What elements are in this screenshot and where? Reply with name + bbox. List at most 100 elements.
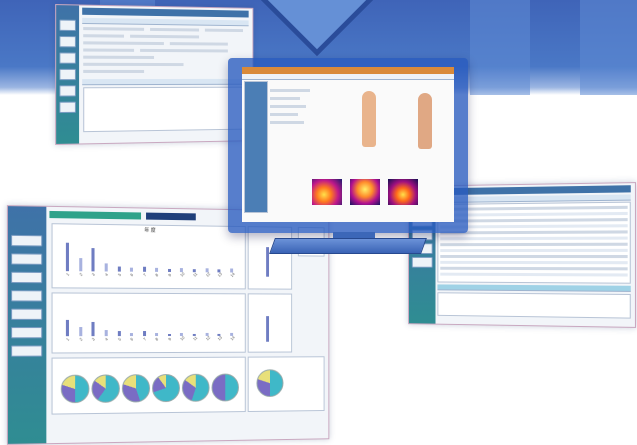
grid-row[interactable] — [440, 272, 628, 277]
chart-tick-label: 6 — [129, 336, 135, 342]
timeline-panel — [437, 292, 631, 319]
screen-sidebar — [244, 81, 268, 213]
form-field[interactable] — [270, 89, 310, 92]
chart-tick-label: 3 — [90, 271, 97, 277]
monitor — [228, 58, 468, 233]
chart-bar — [155, 332, 159, 337]
chart-tick-label: 5 — [116, 336, 122, 342]
bar-chart: 1 2 3 4 5 6 7 8 9 10 11 12 13 14 — [61, 232, 237, 278]
sidebar-button[interactable] — [59, 35, 76, 48]
chart-bar — [91, 248, 95, 272]
form-field[interactable] — [83, 69, 145, 73]
thermal-image-icon — [350, 179, 380, 205]
summary-pie — [256, 369, 284, 398]
chart-title — [53, 359, 245, 360]
form-field[interactable] — [83, 34, 125, 38]
form-field[interactable] — [83, 62, 184, 67]
chart-tick-label: 13 — [216, 334, 224, 342]
chart-tick-label: 12 — [204, 271, 211, 278]
chart-panel: 年 度 1 2 3 4 5 6 7 8 9 10 11 12 13 14 — [51, 223, 246, 290]
chart-tick-label: 14 — [228, 271, 236, 278]
monitor-screen — [242, 67, 454, 222]
body-front-figure-icon — [362, 91, 376, 147]
chart-tick-label: 5 — [116, 271, 122, 278]
window-subtitle-bar — [146, 212, 196, 221]
app-sidebar — [56, 5, 80, 144]
monitor-base — [269, 238, 427, 254]
chart-bar — [104, 263, 108, 272]
sidebar-button[interactable] — [59, 101, 76, 114]
chart-bar — [79, 258, 83, 272]
sidebar-button[interactable] — [59, 68, 76, 81]
bar-chart: 1 2 3 4 5 6 7 8 9 10 11 12 13 14 — [61, 302, 237, 343]
sidebar-button[interactable] — [11, 327, 43, 339]
chart-tick-label: 6 — [129, 272, 135, 278]
chart-tick-label: 11 — [191, 335, 199, 342]
sidebar-button[interactable] — [11, 345, 43, 357]
pie-chart — [211, 373, 239, 402]
form-field[interactable] — [150, 27, 200, 32]
form-field[interactable] — [83, 41, 164, 46]
screen-titlebar — [242, 67, 454, 74]
form-field[interactable] — [169, 42, 228, 46]
chart-tick-label: 13 — [216, 271, 224, 278]
data-table — [83, 86, 248, 133]
grid-row[interactable] — [440, 260, 628, 265]
chart-tick-label: 7 — [141, 336, 147, 342]
top-left-app-window — [55, 4, 254, 145]
grid-row[interactable] — [440, 218, 628, 223]
chart-tick-label: 12 — [204, 334, 211, 342]
form-field[interactable] — [130, 34, 200, 39]
summary-bar — [266, 316, 270, 342]
form-field[interactable] — [83, 27, 145, 31]
chart-bar — [66, 242, 70, 272]
grid-row[interactable] — [440, 230, 628, 235]
grid-row[interactable] — [440, 236, 628, 241]
body-back-figure-icon — [418, 93, 432, 149]
sidebar-button[interactable] — [11, 308, 43, 320]
form-field[interactable] — [140, 48, 228, 53]
grid-row[interactable] — [440, 255, 628, 259]
background-stripe — [470, 0, 530, 95]
form-field[interactable] — [270, 121, 304, 124]
summary-bar — [266, 247, 270, 277]
chart-tick-label: 8 — [154, 272, 160, 278]
sidebar-button[interactable] — [59, 85, 76, 97]
chart-tick-label: 4 — [103, 336, 109, 342]
form-field[interactable] — [83, 48, 135, 52]
sidebar-button[interactable] — [59, 52, 76, 64]
chart-tick-label: 10 — [179, 334, 186, 342]
chart-bar — [79, 326, 83, 337]
thermal-image-icon — [388, 179, 418, 205]
sidebar-button[interactable] — [11, 271, 43, 284]
grid-row[interactable] — [440, 242, 628, 247]
grid-row[interactable] — [440, 224, 628, 229]
grid-row[interactable] — [440, 211, 628, 217]
app-sidebar — [7, 206, 47, 444]
sidebar-button[interactable] — [11, 234, 43, 247]
pie-chart — [91, 374, 120, 403]
chart-tick-label: 7 — [141, 272, 147, 278]
form-field[interactable] — [83, 55, 155, 59]
grid-row[interactable] — [440, 266, 628, 271]
pie-chart — [121, 374, 151, 403]
chart-tick-label: 1 — [65, 336, 71, 342]
sidebar-button[interactable] — [411, 256, 433, 268]
form-field[interactable] — [204, 28, 244, 33]
chart-tick-label: 9 — [166, 272, 172, 278]
sidebar-button[interactable] — [11, 253, 43, 265]
form-field[interactable] — [270, 97, 300, 100]
sidebar-button[interactable] — [11, 290, 43, 302]
form-field[interactable] — [270, 113, 298, 116]
chart-bar — [91, 322, 95, 337]
grid-row[interactable] — [440, 205, 628, 211]
pie-chart — [181, 373, 210, 402]
grid-row[interactable] — [440, 248, 628, 253]
form-field[interactable] — [270, 105, 306, 108]
chart-tick-label: 10 — [179, 270, 186, 278]
pie-chart — [60, 374, 90, 404]
sidebar-button[interactable] — [59, 19, 76, 32]
chart-tick-label: 11 — [191, 271, 199, 278]
table-header — [82, 78, 249, 86]
pie-chart-panel — [51, 356, 246, 415]
